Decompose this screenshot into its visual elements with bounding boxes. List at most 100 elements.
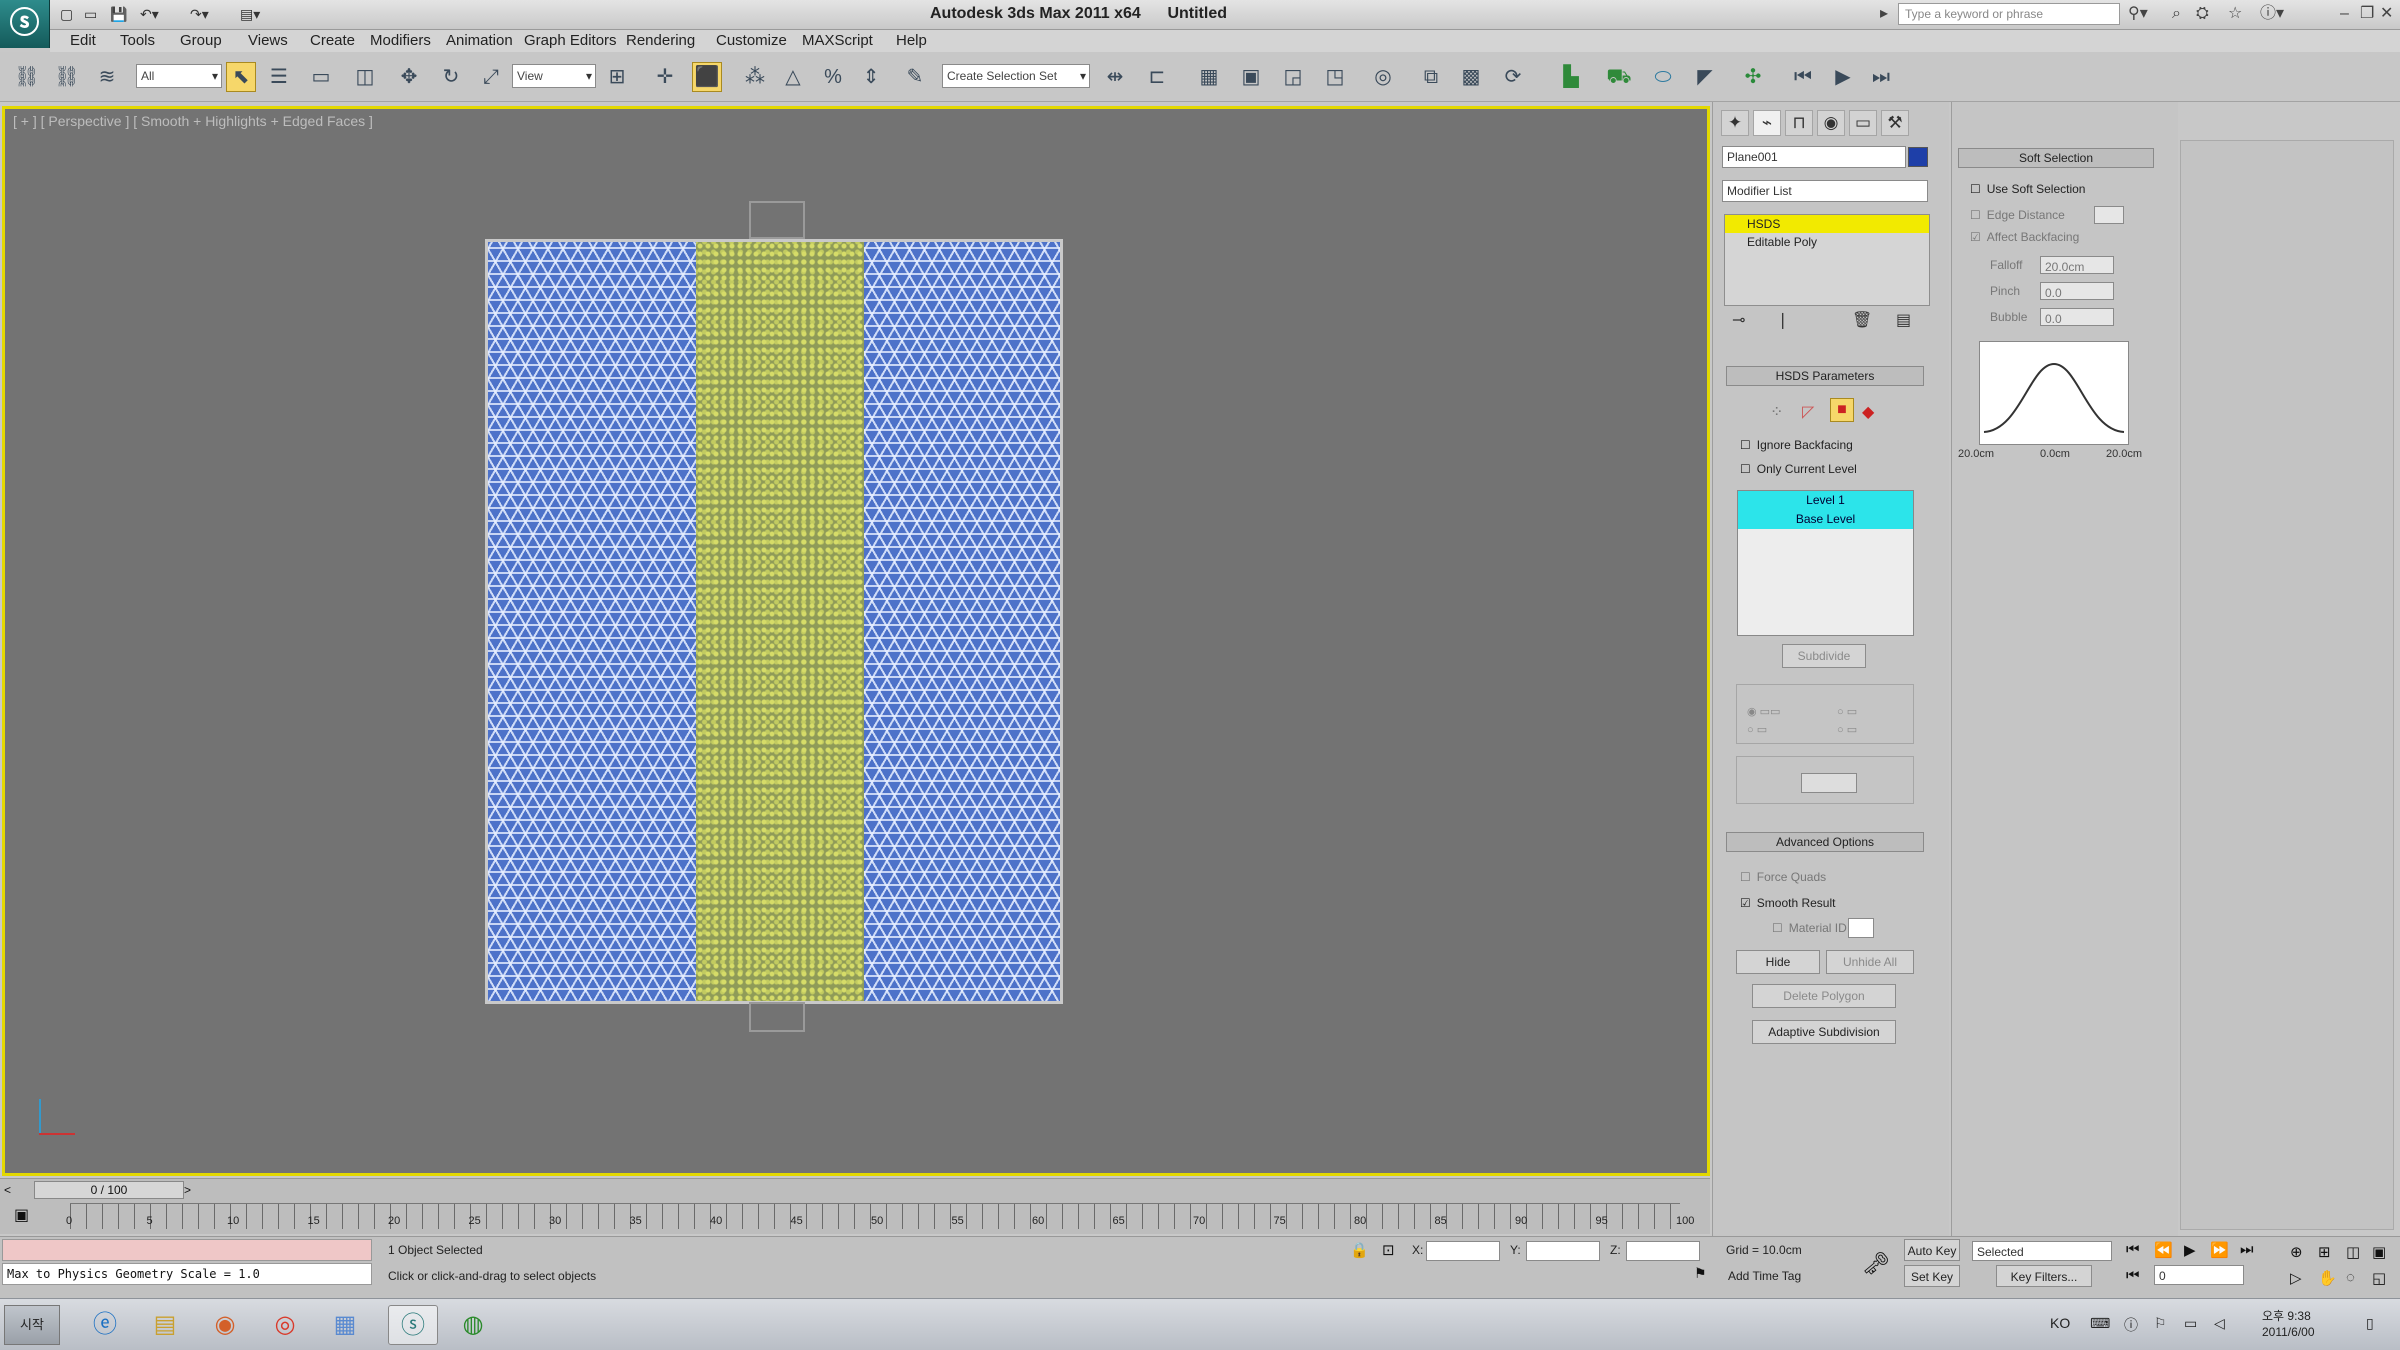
angle-snap-icon[interactable]: △ (778, 62, 808, 92)
x-coordinate-field[interactable] (1426, 1241, 1500, 1261)
motion-tab-icon[interactable]: ◉ (1817, 110, 1845, 136)
internet-explorer-icon[interactable]: ⓔ (80, 1305, 130, 1345)
select-and-link-icon[interactable]: ⛓ (12, 62, 42, 92)
show-desktop-icon[interactable]: ▯ (2366, 1315, 2374, 1332)
language-icon[interactable]: KO (2050, 1315, 2070, 1331)
delete-polygon-button[interactable]: Delete Polygon (1752, 984, 1896, 1008)
menu-help[interactable]: Help (896, 32, 927, 49)
soft-selection-rollout[interactable]: Soft Selection (1958, 148, 2154, 168)
next-frame-icon[interactable]: > (184, 1183, 191, 1197)
select-and-move-icon[interactable]: ✥ (394, 62, 424, 92)
edge-distance-checkbox[interactable]: Edge Distance (1970, 206, 2065, 224)
utilities-tab-icon[interactable]: ⚒ (1881, 110, 1909, 136)
communication-center-icon[interactable]: ⌕ (2172, 4, 2181, 24)
quick-access-save-icon[interactable]: 💾 (110, 4, 127, 24)
named-selection-dropdown[interactable]: Create Selection Set (942, 64, 1090, 88)
menu-rendering[interactable]: Rendering (626, 32, 695, 49)
physx-simulate-icon[interactable]: ⛟ (1604, 62, 1634, 92)
menu-edit[interactable]: Edit (70, 32, 96, 49)
green-app-icon[interactable]: ◍ (448, 1305, 498, 1345)
adaptive-subdivision-button[interactable]: Adaptive Subdivision (1752, 1020, 1896, 1044)
menu-modifiers[interactable]: Modifiers (370, 32, 431, 49)
radio-icon[interactable]: ○ ▭ (1837, 705, 1857, 718)
pinch-spinner[interactable]: 0.0 (2040, 282, 2114, 300)
play-simulation-icon[interactable]: ▶ (1828, 62, 1858, 92)
mirror-icon[interactable]: ⇹ (1100, 62, 1130, 92)
zoom-icon[interactable]: ⊕ (2290, 1243, 2303, 1261)
rect-selection-icon[interactable]: ▭ (306, 62, 336, 92)
force-quads-checkbox[interactable]: Force Quads (1740, 868, 1826, 886)
select-by-name-icon[interactable]: ☰ (264, 62, 294, 92)
polygon-level-icon[interactable]: ■ (1830, 398, 1854, 422)
select-and-rotate-icon[interactable]: ↻ (436, 62, 466, 92)
physx-settings-icon[interactable]: ◤ (1690, 62, 1720, 92)
align-icon[interactable]: ⊏ (1142, 62, 1172, 92)
menu-group[interactable]: Group (180, 32, 222, 49)
stack-item-hsds[interactable]: HSDS (1725, 215, 1929, 233)
project-folder-icon[interactable]: ▤▾ (240, 4, 260, 24)
menu-tools[interactable]: Tools (120, 32, 155, 49)
3ds-max-taskbar-icon[interactable]: ⓢ (388, 1305, 438, 1345)
help-icon[interactable]: ⓘ▾ (2260, 4, 2284, 24)
render-setup-icon[interactable]: ⧉ (1416, 62, 1446, 92)
show-end-result-icon[interactable]: ❘ (1776, 310, 1789, 330)
advanced-options-rollout[interactable]: Advanced Options (1726, 832, 1924, 852)
menu-graph-editors[interactable]: Graph Editors (524, 32, 617, 49)
quick-access-new-icon[interactable]: ▢ (60, 4, 73, 24)
menu-customize[interactable]: Customize (716, 32, 787, 49)
select-and-scale-icon[interactable]: ⤢ (476, 62, 506, 92)
tray-help-icon[interactable]: ⓘ (2124, 1315, 2138, 1335)
physx-plugin-icon[interactable]: ▙ (1556, 62, 1586, 92)
play-icon[interactable]: ▶ (2184, 1241, 2196, 1259)
previous-frame-icon[interactable]: ⏪ (2154, 1241, 2173, 1259)
maxscript-listener-output[interactable]: Max to Physics Geometry Scale = 1.0 (2, 1263, 372, 1285)
media-player-icon[interactable]: ◉ (200, 1305, 250, 1345)
favorites-icon[interactable]: ☆ (2228, 4, 2242, 24)
object-name-field[interactable]: Plane001 (1722, 146, 1906, 168)
hierarchy-tab-icon[interactable]: ⊓ (1785, 110, 1813, 136)
subdivide-button[interactable]: Subdivide (1782, 644, 1866, 668)
curve-editor-icon[interactable]: ◲ (1278, 62, 1308, 92)
create-tab-icon[interactable]: ✦ (1721, 110, 1749, 136)
y-coordinate-field[interactable] (1526, 1241, 1600, 1261)
hsds-parameters-rollout[interactable]: HSDS Parameters (1726, 366, 1924, 386)
element-level-icon[interactable]: ◆ (1862, 402, 1874, 422)
set-key-icon[interactable]: 🗝 (1862, 1251, 1890, 1277)
restore-icon[interactable]: ❐ (2360, 4, 2374, 24)
chrome-icon[interactable]: ◎ (260, 1305, 310, 1345)
pin-stack-icon[interactable]: ⊸ (1732, 310, 1745, 330)
redo-icon[interactable]: ↷▾ (190, 4, 209, 24)
lock-selection-icon[interactable]: 🔒 (1350, 1241, 1369, 1259)
ignore-backfacing-checkbox[interactable]: Ignore Backfacing (1740, 436, 1853, 454)
close-icon[interactable]: ✕ (2380, 4, 2393, 24)
material-id-spinner[interactable] (1848, 918, 1874, 938)
only-current-level-checkbox[interactable]: Only Current Level (1740, 460, 1857, 478)
viewport-label[interactable]: [ + ] [ Perspective ] [ Smooth + Highlig… (13, 113, 373, 129)
bubble-spinner[interactable]: 0.0 (2040, 308, 2114, 326)
hide-button[interactable]: Hide (1736, 950, 1820, 974)
radio-icon[interactable]: ◉ ▭▭ (1747, 705, 1780, 718)
level-item[interactable]: Level 1 (1738, 491, 1913, 510)
spinner-snap-icon[interactable]: ⇕ (856, 62, 886, 92)
remove-modifier-icon[interactable]: 🗑 (1852, 310, 1872, 330)
menu-views[interactable]: Views (248, 32, 288, 49)
add-time-tag-button[interactable]: Add Time Tag (1728, 1269, 1801, 1283)
keyboard-shortcut-override-icon[interactable]: ⬛ (692, 62, 722, 92)
object-color-swatch[interactable] (1908, 147, 1928, 167)
set-key-button[interactable]: Set Key (1904, 1265, 1960, 1287)
prev-frame-icon[interactable]: < (4, 1183, 11, 1197)
perspective-viewport[interactable]: [ + ] [ Perspective ] [ Smooth + Highlig… (2, 106, 1710, 1176)
edge-distance-spinner[interactable] (2094, 206, 2124, 224)
quick-access-open-icon[interactable]: ▭ (84, 4, 97, 24)
maxscript-listener-top[interactable] (2, 1239, 372, 1261)
undo-icon[interactable]: ↶▾ (140, 4, 159, 24)
menu-animation[interactable]: Animation (446, 32, 513, 49)
selection-filter-dropdown[interactable]: All (136, 64, 222, 88)
falloff-spinner[interactable]: 20.0cm (2040, 256, 2114, 274)
menu-maxscript[interactable]: MAXScript (802, 32, 873, 49)
app-logo-icon[interactable]: ⓢ (0, 0, 50, 48)
maximize-viewport-icon[interactable]: ◱ (2372, 1269, 2386, 1287)
crease-spinner[interactable] (1801, 773, 1857, 793)
affect-backfacing-checkbox[interactable]: Affect Backfacing (1970, 228, 2080, 246)
go-to-start-icon[interactable]: ⏮ (2126, 1241, 2140, 1258)
